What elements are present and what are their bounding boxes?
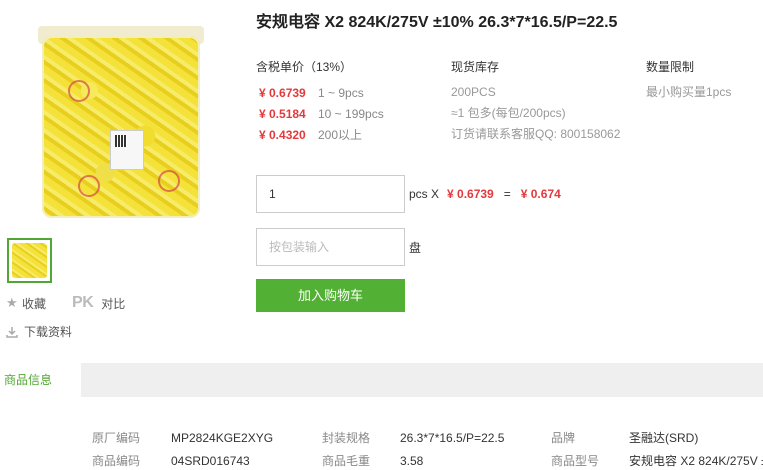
calc-unit-price: ¥ 0.6739 [447, 187, 494, 201]
thumbnail-image [12, 243, 47, 278]
star-icon[interactable]: ★ [6, 295, 22, 311]
bag-barcode-label [110, 130, 144, 170]
stock-contact: 订货请联系客服QQ: 800158062 [451, 127, 621, 141]
add-to-cart-button[interactable]: 加入购物车 [256, 279, 405, 312]
product-title: 安规电容 X2 824K/275V ±10% 26.3*7*16.5/P=22.… [256, 14, 618, 31]
spec-label: 原厂编码 [92, 431, 141, 445]
download-icon [6, 326, 18, 338]
product-main-image[interactable] [8, 10, 230, 232]
unit-multiplier: pcs X [409, 187, 440, 201]
spec-value: 3.58 [400, 454, 424, 468]
unit-price-header: 含税单价（13%） [256, 60, 353, 74]
calc-total-price: ¥ 0.674 [520, 187, 561, 201]
limit-header: 数量限制 [646, 60, 695, 74]
spec-label: 商品编码 [92, 454, 141, 468]
download-label: 下载资料 [24, 325, 73, 339]
tier-price: ¥ 0.5184 [259, 106, 306, 121]
tier-range: 10 ~ 199pcs [318, 106, 384, 121]
pk-icon[interactable]: PK [72, 294, 94, 312]
spec-value: 26.3*7*16.5/P=22.5 [400, 431, 505, 445]
bag-logo-stamp [78, 175, 100, 197]
spec-value: 圣融达(SRD) [629, 431, 699, 445]
tier-price: ¥ 0.6739 [259, 85, 306, 100]
side-actions: ★ 收藏 PK 对比 [6, 293, 151, 313]
info-tab-bar: 商品信息 [0, 363, 763, 397]
equals-sign: = [503, 187, 511, 201]
tab-product-info[interactable]: 商品信息 [0, 363, 81, 397]
package-quantity-input[interactable]: 按包装输入 [256, 228, 405, 266]
download-link[interactable]: 下载资料 [6, 323, 98, 340]
product-thumbnail[interactable] [7, 238, 52, 283]
spec-label: 商品型号 [551, 454, 600, 468]
purchase-limit: 最小购买量1pcs [646, 85, 732, 99]
favorite-link[interactable]: 收藏 [22, 295, 46, 312]
stock-header: 现货库存 [451, 60, 500, 74]
quantity-input[interactable]: 1 [256, 175, 405, 213]
bag-logo-stamp [68, 80, 90, 102]
price-calculation: pcs X ¥ 0.6739 = ¥ 0.674 [409, 187, 561, 201]
tier-price: ¥ 0.4320 [259, 127, 306, 142]
price-tier: ¥ 0.4320 200以上 [256, 124, 384, 145]
spec-value: 安规电容 X2 824K/275V ± [629, 454, 763, 468]
spec-value: MP2824KGE2XYG [171, 431, 274, 445]
stock-packages: ≈1 包多(每包/200pcs) [451, 106, 566, 120]
spec-label: 封装规格 [322, 431, 371, 445]
price-tier: ¥ 0.6739 1 ~ 9pcs [256, 82, 384, 103]
stock-info: 200PCS ≈1 包多(每包/200pcs) 订货请联系客服QQ: 80015… [451, 82, 620, 145]
stock-quantity: 200PCS [451, 85, 496, 99]
compare-link[interactable]: 对比 [101, 295, 125, 312]
price-tier: ¥ 0.5184 10 ~ 199pcs [256, 103, 384, 124]
spec-label: 品牌 [551, 431, 576, 445]
spec-label: 商品毛重 [322, 454, 371, 468]
tier-range: 200以上 [318, 128, 363, 142]
package-unit: 盘 [409, 241, 422, 255]
spec-value: 04SRD016743 [171, 454, 250, 468]
capacitor-bag-picture [42, 36, 200, 218]
bag-logo-stamp [158, 170, 180, 192]
price-tier-list: ¥ 0.6739 1 ~ 9pcs ¥ 0.5184 10 ~ 199pcs ¥… [256, 82, 384, 145]
tier-range: 1 ~ 9pcs [318, 85, 364, 100]
